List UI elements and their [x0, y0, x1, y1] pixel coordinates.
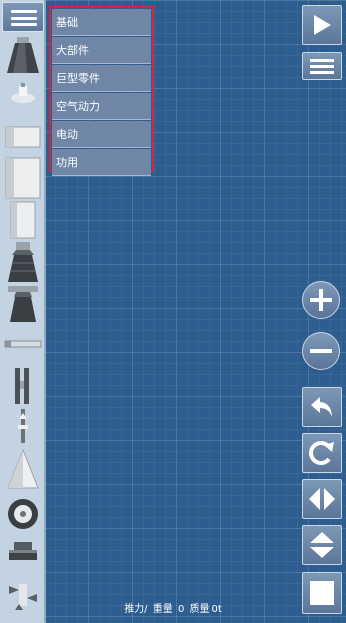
part-engine-nozzle[interactable] [3, 35, 43, 75]
part-fuel-tank-medium[interactable] [3, 200, 43, 240]
flip-horizontal-icon [309, 488, 335, 510]
category-giant-parts[interactable]: 巨型零件 [52, 65, 151, 92]
list-icon [310, 59, 334, 74]
redo-icon [309, 441, 334, 465]
category-basic[interactable]: 基础 [52, 9, 151, 36]
part-fuel-tank-tall[interactable] [3, 156, 43, 200]
part-decoupler[interactable] [3, 336, 43, 352]
part-docking-port[interactable] [3, 538, 43, 566]
zoom-out-button[interactable] [302, 332, 340, 370]
undo-icon [311, 397, 332, 417]
parts-sidebar [0, 0, 46, 623]
category-electric[interactable]: 电动 [52, 121, 151, 148]
part-nose-cone[interactable] [3, 448, 43, 490]
redo-button[interactable] [302, 433, 342, 473]
part-piston[interactable] [3, 406, 43, 446]
minus-icon [310, 349, 332, 353]
thrust-label: 推力/ [124, 604, 148, 615]
weight-label: 重量 [152, 604, 173, 615]
options-button[interactable] [302, 52, 342, 80]
category-menu: 基础 大部件 巨型零件 空气动力 电动 功用 [49, 6, 154, 176]
flip-horizontal-button[interactable] [302, 479, 342, 519]
parts-menu-button[interactable] [2, 2, 44, 32]
part-wheel[interactable] [3, 496, 43, 532]
mass-label: 质量 [189, 604, 210, 615]
hamburger-icon [11, 10, 37, 26]
part-small-probe[interactable] [3, 80, 43, 106]
launch-button[interactable] [302, 5, 342, 45]
part-fuel-tank-short[interactable] [3, 124, 43, 150]
zoom-in-button[interactable] [302, 281, 340, 319]
part-rocket-engine-small[interactable] [3, 284, 43, 324]
weight-value: 0 [177, 604, 185, 615]
flip-vertical-button[interactable] [302, 525, 342, 565]
part-rocket-engine[interactable] [3, 240, 43, 284]
category-large-parts[interactable]: 大部件 [52, 37, 151, 64]
category-aerodynamics[interactable]: 空气动力 [52, 93, 151, 120]
plus-icon [310, 289, 332, 311]
undo-button[interactable] [302, 387, 342, 427]
mass-value: 0t [211, 604, 222, 615]
part-side-separator[interactable] [3, 366, 43, 406]
category-utility[interactable]: 功用 [52, 149, 151, 176]
play-icon [314, 15, 331, 35]
status-bar: 推力/ 重量 0 质量 0t [0, 600, 346, 620]
flip-vertical-icon [310, 532, 334, 558]
